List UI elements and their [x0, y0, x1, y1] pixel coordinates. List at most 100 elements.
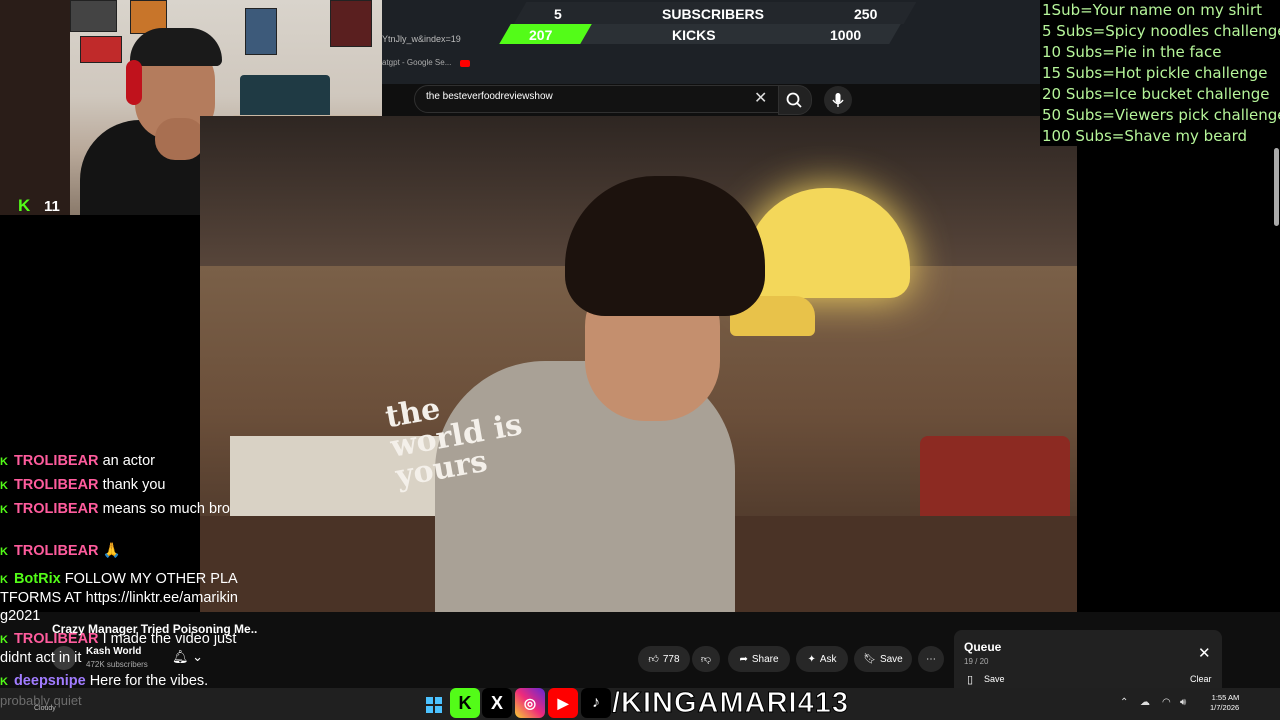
chat-text: means so much bro: [102, 501, 230, 517]
kick-icon: K: [0, 634, 8, 646]
bookmark-icon: 🔖︎: [863, 653, 876, 665]
queue-clear-button[interactable]: Clear: [1190, 674, 1212, 684]
webcam-poster: [330, 0, 372, 47]
kick-logo-icon: K: [18, 196, 31, 215]
dislike-button[interactable]: 👎︎: [692, 646, 720, 672]
kick-icon: K: [0, 456, 8, 468]
chat-username: BotRix: [13, 571, 61, 587]
kick-icon: K: [0, 676, 8, 688]
kicks-current: 207: [529, 27, 553, 43]
streamer-headphone: [126, 60, 142, 105]
kick-icon: K: [0, 480, 8, 492]
page-scrollbar[interactable]: [1274, 148, 1279, 226]
chat-username: TROLIBEAR: [13, 501, 99, 517]
kick-icon: K: [0, 574, 8, 586]
sub-challenge-list: 1Sub=Your name on my shirt 5 Subs=Spicy …: [1040, 0, 1280, 146]
tray-cloud-icon[interactable]: ☁: [1140, 697, 1150, 708]
challenge-item: 5 Subs=Spicy noodles challenge: [1042, 22, 1280, 40]
windows-start-icon[interactable]: [426, 697, 442, 713]
tiktok-logo-icon: ♪: [581, 688, 611, 718]
chat-message: K TROLIBEAR I made the video just didnt a…: [0, 630, 240, 667]
weather-label: Cloudy: [34, 705, 56, 712]
youtube-bookmark-icon[interactable]: [460, 60, 470, 67]
streamer-beanie: [130, 28, 222, 66]
instagram-logo-icon: ◎: [515, 688, 545, 718]
queue-title: Queue: [964, 640, 1002, 654]
search-icon: [786, 92, 802, 108]
bookmark-icon[interactable]: ▯: [967, 673, 973, 686]
chat-text: Here for the vibes.: [89, 673, 209, 689]
subs-target: 250: [854, 6, 878, 22]
chat-text: 🙏: [102, 543, 121, 559]
share-button[interactable]: ➦ Share: [728, 646, 790, 672]
close-icon[interactable]: ✕: [1198, 644, 1211, 662]
kick-viewer-count: 11: [44, 198, 60, 215]
webcam-flag: [80, 36, 122, 63]
chat-overlay: K TROLIBEAR an actor K TROLIBEAR thank you…: [0, 452, 240, 689]
right-background: [1077, 116, 1280, 612]
chat-username: TROLIBEAR: [13, 453, 99, 469]
clock-time: 1:55 AM: [1211, 693, 1240, 702]
save-button[interactable]: 🔖︎ Save: [854, 646, 912, 672]
webcam-dresser: [0, 0, 70, 215]
tray-chevron-icon[interactable]: ⌃: [1120, 697, 1128, 708]
webcam-poster: [245, 8, 277, 55]
queue-save-button[interactable]: Save: [984, 674, 1005, 684]
like-count: 778: [662, 653, 680, 665]
clock-date: 1/7/2026: [1210, 703, 1240, 712]
ask-label: Ask: [819, 653, 837, 665]
voice-search-button[interactable]: [824, 86, 852, 114]
subs-label: SUBSCRIBERS: [662, 6, 764, 22]
challenge-item: 50 Subs=Viewers pick challenge: [1042, 106, 1280, 124]
more-icon: ⋯: [926, 653, 936, 665]
clear-search-icon[interactable]: ✕: [754, 88, 767, 108]
bookmark-item[interactable]: atgpt - Google Se...: [382, 58, 451, 67]
video-player[interactable]: [200, 116, 1077, 612]
queue-count: 19 / 20: [964, 657, 989, 666]
thumbs-down-icon: 👎︎: [700, 654, 712, 665]
tray-volume-icon[interactable]: 🔊︎: [1180, 697, 1186, 708]
streamer-handle: /KINGAMARI413: [612, 687, 849, 720]
chat-text: thank you: [102, 477, 166, 493]
webcam-headboard: [240, 75, 330, 120]
kicks-label: KICKS: [672, 27, 716, 43]
x-logo-icon: X: [482, 688, 512, 718]
chat-username: deepsnipe: [13, 673, 86, 689]
kick-icon: K: [0, 504, 8, 516]
search-input-value[interactable]: the besteverfoodreviewshow: [426, 91, 553, 102]
challenge-item: 100 Subs=Shave my beard: [1042, 127, 1248, 145]
share-label: Share: [751, 653, 779, 665]
like-button[interactable]: 👍︎ 778: [638, 646, 690, 672]
chat-message: K TROLIBEAR an actor: [0, 452, 240, 471]
thumbs-up-icon: 👍︎: [648, 654, 659, 665]
more-actions-button[interactable]: ⋯: [918, 646, 944, 672]
ask-button[interactable]: ✦ Ask: [796, 646, 848, 672]
challenge-item: 20 Subs=Ice bucket challenge: [1042, 85, 1270, 103]
system-clock[interactable]: 1:55 AM 1/7/2026: [1210, 693, 1239, 713]
youtube-logo-icon: ▶: [548, 688, 578, 718]
kicks-target: 1000: [830, 27, 862, 43]
chat-username: TROLIBEAR: [13, 543, 99, 559]
webcam-poster: [70, 0, 117, 32]
challenge-item: 1Sub=Your name on my shirt: [1042, 1, 1263, 19]
share-icon: ➦: [739, 653, 748, 665]
chat-message: K TROLIBEAR thank you: [0, 476, 240, 495]
challenge-item: 10 Subs=Pie in the face: [1042, 43, 1222, 61]
kick-logo-icon: K: [450, 688, 480, 718]
chat-message: K TROLIBEAR means so much bro: [0, 500, 240, 519]
address-bar-url[interactable]: YtnJly_w&index=19: [382, 34, 461, 44]
tray-wifi-icon[interactable]: ◠: [1162, 697, 1171, 708]
streamer-hand: [155, 118, 205, 160]
chat-username: TROLIBEAR: [13, 631, 99, 647]
challenge-item: 15 Subs=Hot pickle challenge: [1042, 64, 1268, 82]
chat-message: K BotRix FOLLOW MY OTHER PLATFORMS AT htt…: [0, 570, 240, 625]
save-label: Save: [879, 653, 903, 665]
kick-icon: K: [0, 546, 8, 558]
subs-current: 5: [554, 6, 562, 22]
chat-username: TROLIBEAR: [13, 477, 99, 493]
microphone-icon: [832, 93, 844, 107]
chat-message: K TROLIBEAR 🙏: [0, 542, 240, 561]
search-button[interactable]: [778, 85, 812, 115]
chat-text: an actor: [102, 453, 155, 469]
sparkle-icon: ✦: [807, 653, 816, 665]
